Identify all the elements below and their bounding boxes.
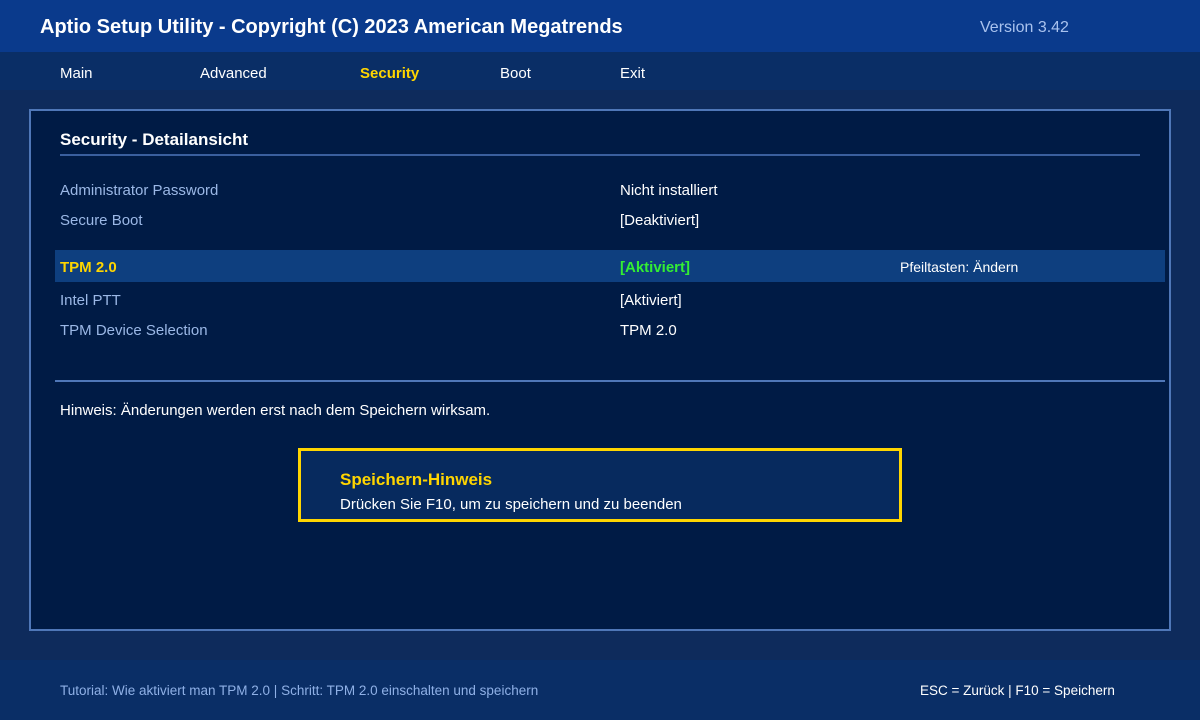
status-bar: Tutorial: Wie aktiviert man TPM 2.0 | Sc… xyxy=(0,660,1200,720)
setting-label: TPM 2.0 xyxy=(60,259,117,276)
setting-value: TPM 2.0 xyxy=(620,322,677,339)
menu-main[interactable]: Main xyxy=(60,65,93,82)
section-title: Security - Detailansicht xyxy=(60,130,249,149)
app-title: Aptio Setup Utility - Copyright (C) 2023… xyxy=(40,16,623,38)
setting-label: TPM Device Selection xyxy=(60,322,208,339)
setting-value: [Deaktiviert] xyxy=(620,212,700,229)
menu-advanced[interactable]: Advanced xyxy=(200,65,267,82)
setting-label: Intel PTT xyxy=(60,292,121,309)
version-label: Version 3.42 xyxy=(980,19,1069,36)
arrow-keys-hint: Pfeiltasten: Ändern xyxy=(900,259,1019,275)
menu-boot[interactable]: Boot xyxy=(500,65,531,82)
save-hint-heading: Speichern-Hinweis xyxy=(340,470,493,489)
title-bar: Aptio Setup Utility - Copyright (C) 2023… xyxy=(0,0,1200,52)
setting-label: Administrator Password xyxy=(60,182,219,199)
setting-value: [Aktiviert] xyxy=(620,292,682,309)
setting-row-tpm-selected[interactable]: TPM 2.0 [Aktiviert] Pfeiltasten: Ändern xyxy=(55,250,1165,282)
setting-value-enabled[interactable]: [Aktiviert] xyxy=(620,259,690,276)
tutorial-text: Tutorial: Wie aktiviert man TPM 2.0 | Sc… xyxy=(60,683,539,698)
save-hint-box: Speichern-Hinweis Drücken Sie F10, um zu… xyxy=(298,448,902,522)
setting-label: Secure Boot xyxy=(60,212,143,229)
save-note: Hinweis: Änderungen werden erst nach dem… xyxy=(60,402,491,419)
menu-bar: Main Advanced Security Boot Exit xyxy=(0,52,1200,90)
key-legend: ESC = Zurück | F10 = Speichern xyxy=(920,683,1115,698)
divider xyxy=(55,380,1165,382)
menu-security[interactable]: Security xyxy=(360,65,419,82)
section-divider xyxy=(60,154,1140,156)
save-hint-body: Drücken Sie F10, um zu speichern und zu … xyxy=(340,496,682,513)
menu-exit[interactable]: Exit xyxy=(620,65,645,82)
setting-value: Nicht installiert xyxy=(620,182,718,199)
